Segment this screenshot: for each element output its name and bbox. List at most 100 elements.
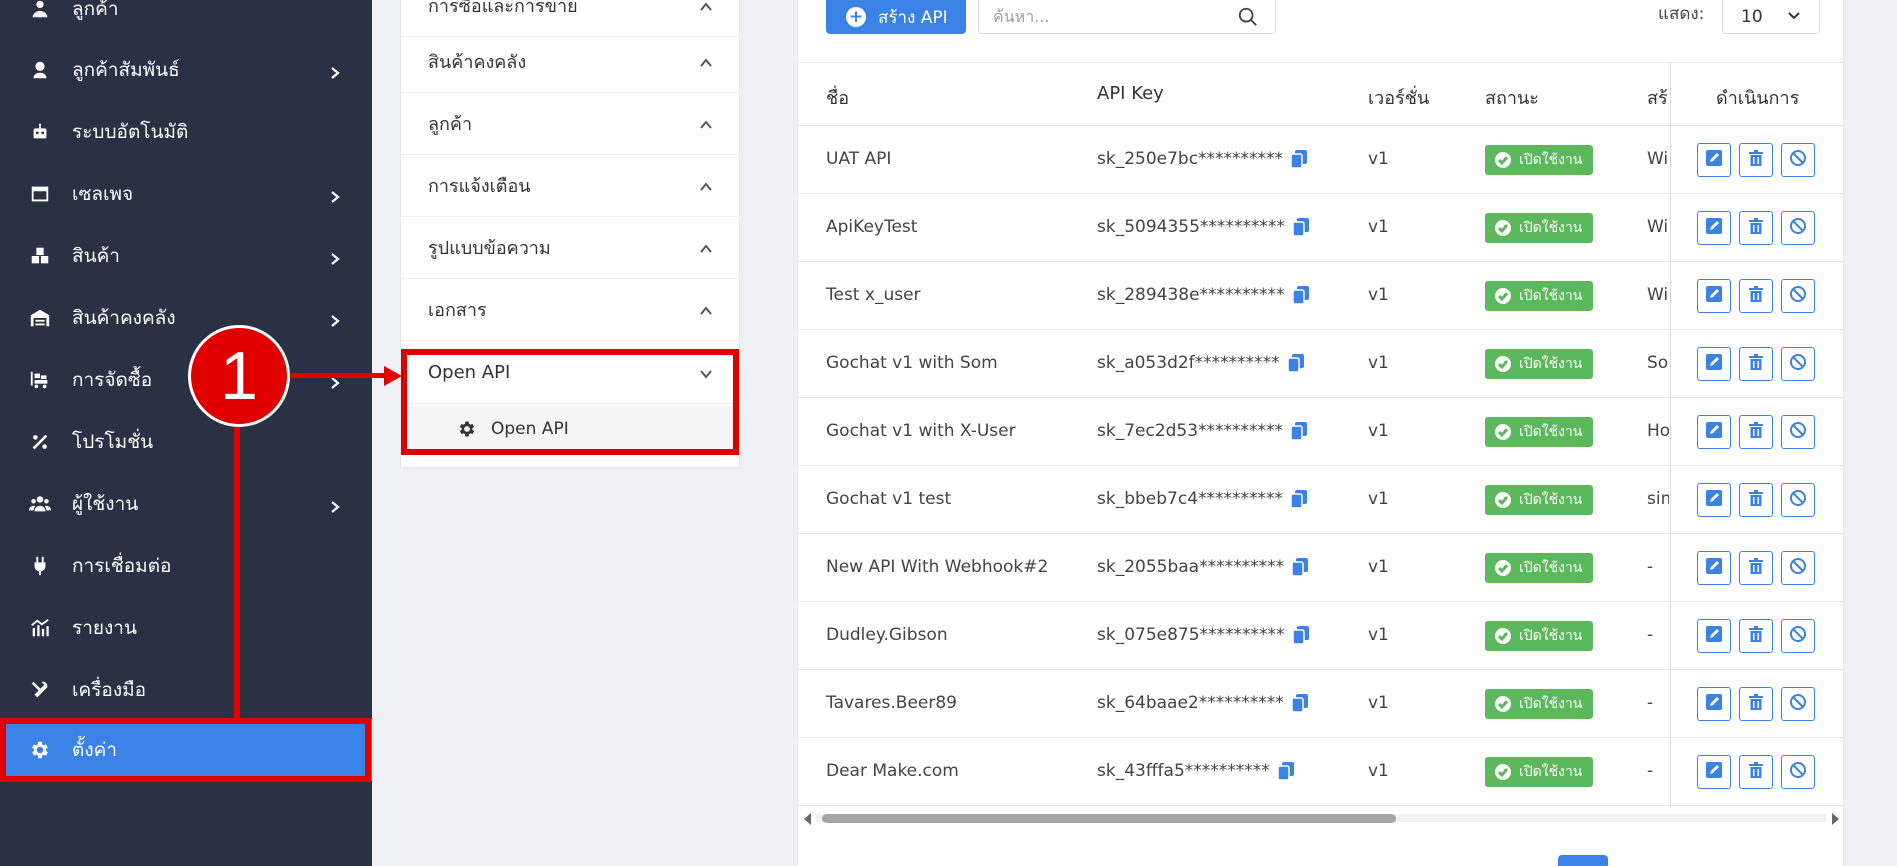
edit-button[interactable] — [1697, 687, 1731, 721]
sidebar-item-0[interactable]: ลูกค้า — [0, 0, 372, 40]
trash-icon — [1747, 421, 1765, 443]
settings-group-4[interactable]: รูปแบบข้อความ — [401, 217, 741, 279]
scroll-thumb[interactable] — [822, 814, 1396, 823]
delete-button[interactable] — [1739, 211, 1773, 245]
create-api-button[interactable]: + สร้าง API — [826, 0, 966, 34]
header-created[interactable]: สร้ — [1647, 83, 1669, 112]
disable-button[interactable] — [1781, 687, 1815, 721]
annotation-connector-vertical — [234, 420, 240, 720]
chevron-right-icon — [328, 187, 342, 203]
sidebar-item-label: โปรโมชั่น — [72, 431, 154, 453]
api-key-value: sk_7ec2d53********** — [1097, 421, 1284, 441]
header-status[interactable]: สถานะ — [1485, 83, 1539, 112]
chevron-up-icon — [699, 0, 713, 13]
copy-icon[interactable] — [1286, 354, 1304, 373]
disable-button[interactable] — [1781, 755, 1815, 789]
api-created-by: Wi — [1647, 285, 1669, 305]
settings-group-1[interactable]: สินค้าคงคลัง — [401, 31, 741, 93]
disable-button[interactable] — [1781, 143, 1815, 177]
check-circle-icon — [1495, 152, 1511, 168]
disable-button[interactable] — [1781, 551, 1815, 585]
delete-button[interactable] — [1739, 483, 1773, 517]
page-size-select[interactable]: 10 — [1722, 0, 1820, 34]
truck-icon — [28, 368, 52, 392]
sidebar-item-6[interactable]: การจัดซื้อ — [0, 349, 372, 411]
delete-button[interactable] — [1739, 279, 1773, 313]
edit-button[interactable] — [1697, 211, 1731, 245]
api-key-cell: sk_43fffa5********** — [1097, 761, 1294, 781]
chevron-right-icon — [328, 497, 342, 513]
copy-icon[interactable] — [1277, 762, 1294, 781]
copy-icon[interactable] — [1290, 490, 1308, 509]
scroll-right-arrow[interactable] — [1832, 813, 1839, 825]
check-circle-icon — [1495, 220, 1511, 236]
api-version: v1 — [1368, 421, 1389, 441]
disable-button[interactable] — [1781, 279, 1815, 313]
copy-icon[interactable] — [1292, 218, 1309, 237]
settings-group-3[interactable]: การแจ้งเตือน — [401, 155, 741, 217]
status-badge: เปิดใช้งาน — [1485, 281, 1593, 311]
sidebar-item-7[interactable]: โปรโมชั่น — [0, 411, 372, 473]
header-api-key[interactable]: API Key — [1097, 83, 1164, 104]
api-key-value: sk_250e7bc********** — [1097, 149, 1284, 169]
sidebar-item-5[interactable]: สินค้าคงคลัง — [0, 287, 372, 349]
sidebar-item-10[interactable]: รายงาน — [0, 597, 372, 659]
edit-button[interactable] — [1697, 619, 1731, 653]
edit-button[interactable] — [1697, 279, 1731, 313]
sidebar-item-1[interactable]: ลูกค้าสัมพันธ์ — [0, 39, 372, 101]
delete-button[interactable] — [1739, 619, 1773, 653]
settings-group-5[interactable]: เอกสาร — [401, 279, 741, 341]
search-icon[interactable] — [1237, 6, 1259, 28]
scroll-left-arrow[interactable] — [804, 813, 811, 825]
ban-icon — [1789, 353, 1807, 375]
sidebar-item-8[interactable]: ผู้ใช้งาน — [0, 473, 372, 535]
header-version[interactable]: เวอร์ชั่น — [1368, 83, 1429, 112]
edit-button[interactable] — [1697, 483, 1731, 517]
copy-icon[interactable] — [1290, 694, 1308, 713]
delete-button[interactable] — [1739, 347, 1773, 381]
edit-button[interactable] — [1697, 347, 1731, 381]
horizontal-scrollbar[interactable] — [798, 805, 1845, 827]
settings-group-0[interactable]: การซื้อและการขาย — [401, 0, 741, 37]
disable-button[interactable] — [1781, 347, 1815, 381]
disable-button[interactable] — [1781, 211, 1815, 245]
edit-icon — [1705, 421, 1723, 443]
edit-button[interactable] — [1697, 415, 1731, 449]
delete-button[interactable] — [1739, 687, 1773, 721]
status-badge: เปิดใช้งาน — [1485, 349, 1593, 379]
search-box — [978, 0, 1276, 34]
disable-button[interactable] — [1781, 415, 1815, 449]
sidebar-item-2[interactable]: ระบบอัตโนมัติ — [0, 101, 372, 163]
sidebar-item-4[interactable]: สินค้า — [0, 225, 372, 287]
header-name[interactable]: ชื่อ — [826, 83, 849, 112]
delete-button[interactable] — [1739, 551, 1773, 585]
disable-button[interactable] — [1781, 619, 1815, 653]
warehouse-icon — [28, 306, 52, 330]
check-circle-icon — [1495, 696, 1511, 712]
disable-button[interactable] — [1781, 483, 1815, 517]
check-circle-icon — [1495, 628, 1511, 644]
ban-icon — [1789, 149, 1807, 171]
delete-button[interactable] — [1739, 143, 1773, 177]
copy-icon[interactable] — [1291, 558, 1309, 577]
edit-button[interactable] — [1697, 755, 1731, 789]
copy-icon[interactable] — [1291, 286, 1309, 305]
sidebar-item-3[interactable]: เซลเพจ — [0, 163, 372, 225]
edit-button[interactable] — [1697, 551, 1731, 585]
sidebar-item-11[interactable]: เครื่องมือ — [0, 659, 372, 721]
copy-icon[interactable] — [1290, 150, 1308, 169]
edit-button[interactable] — [1697, 143, 1731, 177]
settings-group-2[interactable]: ลูกค้า — [401, 93, 741, 155]
copy-icon[interactable] — [1290, 422, 1308, 441]
edit-icon — [1705, 557, 1723, 579]
search-input[interactable] — [993, 7, 1237, 26]
delete-button[interactable] — [1739, 415, 1773, 449]
sidebar-item-9[interactable]: การเชื่อมต่อ — [0, 535, 372, 597]
status-label: เปิดใช้งาน — [1519, 288, 1583, 304]
pagination-active-page[interactable] — [1558, 855, 1608, 866]
table-row: Gochat v1 with Som sk_a053d2f********** v1… — [798, 330, 1845, 398]
status-label: เปิดใช้งาน — [1519, 492, 1583, 508]
copy-icon[interactable] — [1291, 626, 1309, 645]
api-created-by: - — [1647, 693, 1654, 713]
delete-button[interactable] — [1739, 755, 1773, 789]
